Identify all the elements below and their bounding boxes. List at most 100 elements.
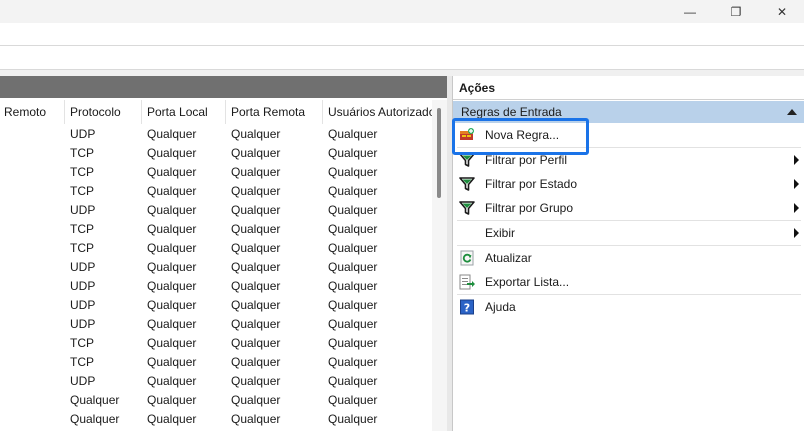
table-cell: Qualquer	[231, 393, 281, 407]
table-row[interactable]: TCP Qualquer Qualquer Qualquer	[0, 144, 432, 163]
column-header-remoto[interactable]: Remoto	[0, 100, 65, 124]
table-cell	[0, 410, 64, 429]
table-cell: Qualquer	[147, 317, 197, 331]
filter-icon	[459, 176, 475, 192]
table-cell: Qualquer	[147, 355, 197, 369]
table-cell	[0, 277, 64, 296]
vertical-scrollbar[interactable]	[432, 100, 447, 431]
actions-title: Ações	[453, 76, 804, 100]
table-cell	[0, 372, 64, 391]
table-cell: UDP	[70, 127, 96, 141]
rules-pane: Remoto Protocolo Porta Local Porta Remot…	[0, 76, 447, 431]
table-cell	[0, 239, 64, 258]
table-cell: Qualquer	[231, 355, 281, 369]
table-cell: Qualquer	[70, 412, 120, 426]
action-ajuda[interactable]: ? Ajuda	[453, 295, 804, 319]
close-icon: ✕	[776, 4, 788, 19]
table-row[interactable]: UDP Qualquer Qualquer Qualquer	[0, 258, 432, 277]
table-cell: Qualquer	[147, 165, 197, 179]
svg-text:?: ?	[464, 302, 470, 315]
table-cell: UDP	[70, 203, 96, 217]
action-exportar-lista[interactable]: Exportar Lista...	[453, 270, 804, 294]
submenu-arrow-icon	[794, 155, 799, 165]
table-cell: Qualquer	[328, 279, 378, 293]
table-cell	[0, 182, 64, 201]
table-row[interactable]: TCP Qualquer Qualquer Qualquer	[0, 353, 432, 372]
table-cell: Qualquer	[231, 336, 281, 350]
table-cell	[0, 334, 64, 353]
table-row[interactable]: Qualquer Qualquer Qualquer Qualquer	[0, 391, 432, 410]
table-cell: Qualquer	[328, 355, 378, 369]
table-cell	[0, 144, 64, 163]
table-cell: Qualquer	[70, 393, 120, 407]
action-filtrar-por-estado[interactable]: Filtrar por Estado	[453, 172, 804, 196]
collapse-arrow-icon[interactable]	[787, 109, 797, 115]
table-cell: Qualquer	[328, 260, 378, 274]
table-cell: UDP	[70, 374, 96, 388]
table-cell: Qualquer	[231, 374, 281, 388]
submenu-arrow-icon	[794, 228, 799, 238]
table-row[interactable]: UDP Qualquer Qualquer Qualquer	[0, 125, 432, 144]
table-row[interactable]: TCP Qualquer Qualquer Qualquer	[0, 220, 432, 239]
table-cell: TCP	[70, 336, 94, 350]
table-row[interactable]: TCP Qualquer Qualquer Qualquer	[0, 163, 432, 182]
table-cell: TCP	[70, 241, 94, 255]
table-row[interactable]: UDP Qualquer Qualquer Qualquer	[0, 201, 432, 220]
table-cell: Qualquer	[147, 412, 197, 426]
table-cell: TCP	[70, 146, 94, 160]
rules-table: UDP Qualquer Qualquer Qualquer TCP Qualquer Qu…	[0, 125, 432, 429]
table-cell: Qualquer	[328, 165, 378, 179]
table-cell: Qualquer	[231, 165, 281, 179]
action-label: Ajuda	[485, 300, 516, 314]
table-cell: Qualquer	[328, 222, 378, 236]
refresh-icon	[459, 250, 475, 266]
table-row[interactable]: UDP Qualquer Qualquer Qualquer	[0, 277, 432, 296]
table-cell: Qualquer	[231, 412, 281, 426]
maximize-button[interactable]: ❐	[716, 0, 756, 23]
table-cell: Qualquer	[147, 222, 197, 236]
action-label: Filtrar por Estado	[485, 177, 578, 191]
table-row[interactable]: TCP Qualquer Qualquer Qualquer	[0, 182, 432, 201]
action-filtrar-por-grupo[interactable]: Filtrar por Grupo	[453, 196, 804, 220]
table-cell	[0, 353, 64, 372]
column-header-protocolo[interactable]: Protocolo	[64, 100, 141, 124]
table-cell: Qualquer	[328, 393, 378, 407]
table-cell: TCP	[70, 355, 94, 369]
scrollbar-thumb[interactable]	[437, 108, 441, 198]
filter-icon	[459, 200, 475, 216]
table-cell: TCP	[70, 184, 94, 198]
table-cell: Qualquer	[147, 260, 197, 274]
table-cell: Qualquer	[231, 260, 281, 274]
table-cell: Qualquer	[147, 241, 197, 255]
table-row[interactable]: UDP Qualquer Qualquer Qualquer	[0, 315, 432, 334]
table-cell: Qualquer	[328, 184, 378, 198]
toolbar	[0, 46, 804, 70]
table-cell: Qualquer	[328, 317, 378, 331]
table-cell: Qualquer	[328, 203, 378, 217]
table-cell: Qualquer	[147, 184, 197, 198]
table-cell: Qualquer	[147, 374, 197, 388]
table-cell	[0, 258, 64, 277]
table-row[interactable]: UDP Qualquer Qualquer Qualquer	[0, 372, 432, 391]
column-header-porta-remota[interactable]: Porta Remota	[225, 100, 322, 124]
close-button[interactable]: ✕	[762, 0, 802, 23]
column-header-porta-local[interactable]: Porta Local	[141, 100, 225, 124]
table-cell	[0, 220, 64, 239]
minimize-icon: —	[684, 4, 696, 19]
action-label: Atualizar	[485, 251, 532, 265]
minimize-button[interactable]: —	[670, 0, 710, 23]
table-row[interactable]: UDP Qualquer Qualquer Qualquer	[0, 296, 432, 315]
table-cell: UDP	[70, 298, 96, 312]
table-cell: Qualquer	[328, 298, 378, 312]
action-exibir[interactable]: Exibir	[453, 221, 804, 245]
table-row[interactable]: TCP Qualquer Qualquer Qualquer	[0, 239, 432, 258]
menu-bar	[0, 23, 804, 46]
table-cell: Qualquer	[231, 317, 281, 331]
table-cell: Qualquer	[147, 203, 197, 217]
column-header-usuarios-autorizados[interactable]: Usuários Autorizados	[322, 100, 432, 124]
table-row[interactable]: Qualquer Qualquer Qualquer Qualquer	[0, 410, 432, 429]
action-atualizar[interactable]: Atualizar	[453, 246, 804, 270]
table-cell	[0, 201, 64, 220]
table-row[interactable]: TCP Qualquer Qualquer Qualquer	[0, 334, 432, 353]
table-cell: Qualquer	[147, 279, 197, 293]
